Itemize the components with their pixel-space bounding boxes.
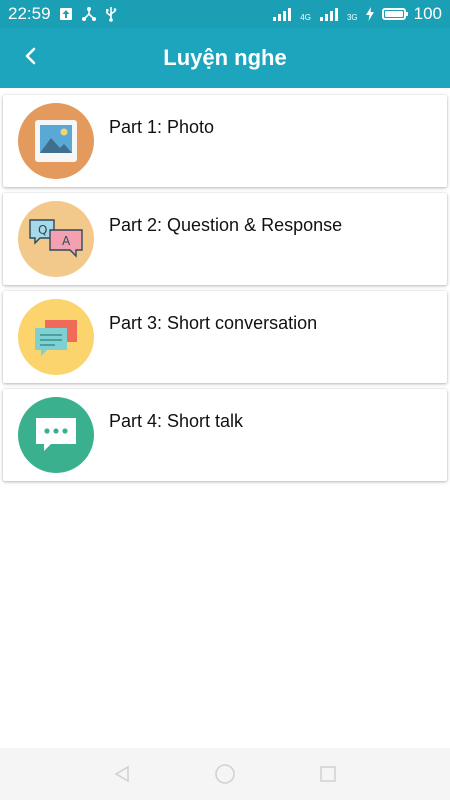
page-title: Luyện nghe: [163, 45, 287, 70]
status-bar-left: 22:59: [8, 4, 117, 24]
battery-level: 100: [413, 4, 442, 23]
app-bar: Luyện nghe: [0, 28, 450, 88]
list-item-label: Part 2: Question & Response: [109, 215, 343, 235]
home-circle-icon[interactable]: [205, 754, 245, 794]
list-item-part-1[interactable]: Part 1: Photo: [3, 95, 447, 187]
speech-bubble-icon: [18, 397, 94, 473]
battery-icon: [381, 8, 408, 20]
status-time: 22:59: [8, 4, 51, 23]
share-hub-icon: [81, 6, 97, 22]
list-item-part-3[interactable]: Part 3: Short conversation: [3, 291, 447, 383]
list-item-part-4[interactable]: Part 4: Short talk: [3, 389, 447, 481]
back-button[interactable]: [8, 36, 52, 80]
list-item-label: Part 4: Short talk: [109, 411, 244, 431]
svg-text:A: A: [62, 234, 71, 248]
signal-icon: [272, 7, 292, 21]
list-item-part-2[interactable]: Q A Part 2: Question & Response: [3, 193, 447, 285]
system-nav-bar: [0, 748, 450, 800]
charging-icon: [365, 7, 374, 21]
status-bar-right: 4G 3G 100: [272, 4, 442, 24]
upload-icon: [59, 7, 73, 21]
back-triangle-icon[interactable]: [102, 754, 142, 794]
recents-square-icon[interactable]: [308, 754, 348, 794]
photo-icon: [18, 103, 94, 179]
chevron-left-icon: [23, 46, 37, 71]
signal-icon: [319, 7, 339, 21]
qa-chat-icon: Q A: [18, 201, 94, 277]
list-item-label: Part 3: Short conversation: [109, 313, 318, 333]
usb-icon: [105, 6, 117, 22]
status-bar: 22:59 4G 3G 100: [0, 0, 450, 28]
svg-text:Q: Q: [38, 223, 47, 237]
network-type-label: 4G: [300, 12, 311, 22]
list-item-label: Part 1: Photo: [109, 117, 215, 137]
network-type-label: 3G: [346, 12, 358, 22]
conversation-icon: [18, 299, 94, 375]
